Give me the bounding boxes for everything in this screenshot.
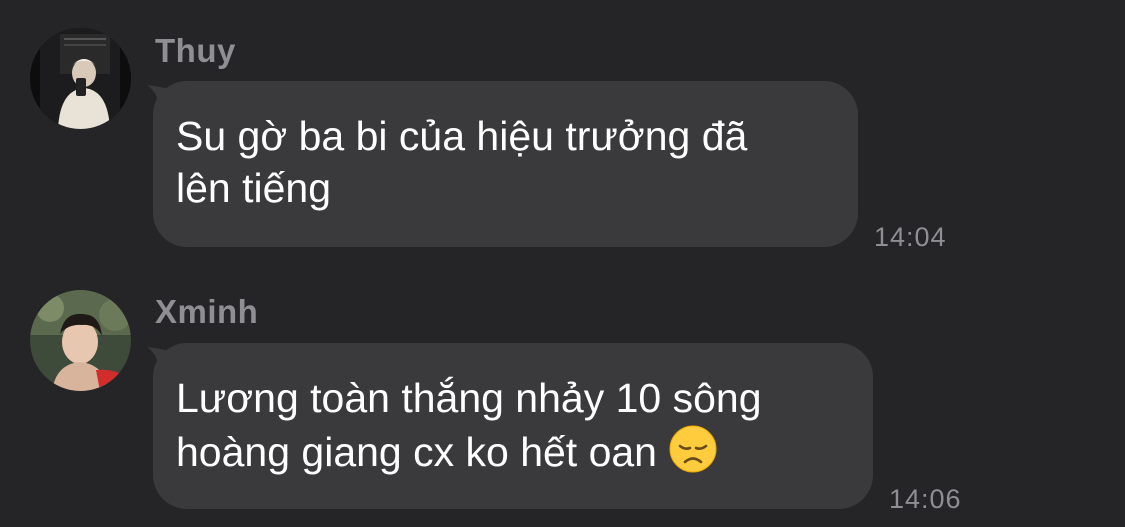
avatar[interactable]	[30, 28, 131, 129]
message-line-with-emoji: hoàng giang cx ko hết oan	[176, 424, 849, 478]
sender-name: Thuy	[155, 32, 236, 69]
message-bubble[interactable]: Su gờ ba bi của hiệu trưởng đã lên tiếng	[153, 81, 858, 247]
chat-view: { "messages": [ { "sender": "Thuy", "lin…	[0, 0, 1125, 527]
avatar[interactable]	[30, 290, 131, 391]
message-line: Lương toàn thắng nhảy 10 sông	[176, 375, 762, 421]
message-line: lên tiếng	[176, 165, 332, 211]
avatar-image-xminh	[30, 290, 131, 391]
sender-name: Xminh	[155, 293, 259, 330]
message-timestamp: 14:06	[889, 484, 962, 514]
message-bubble[interactable]: Lương toàn thắng nhảy 10 sông hoàng gian…	[153, 343, 873, 509]
message-line: Su gờ ba bi của hiệu trưởng đã	[176, 113, 748, 159]
message-line: hoàng giang cx ko hết oan	[176, 429, 657, 475]
disappointed-face-icon	[669, 425, 717, 473]
avatar-image-thuy	[30, 28, 131, 129]
message-timestamp: 14:04	[874, 222, 947, 252]
